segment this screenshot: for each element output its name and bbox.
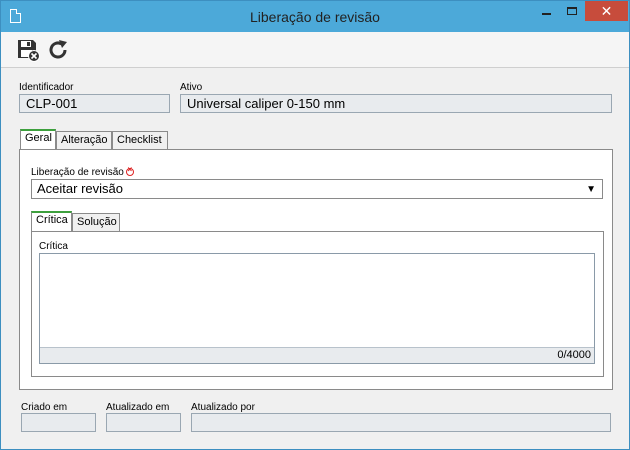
identificador-label: Identificador	[19, 82, 74, 93]
save-and-close-button[interactable]	[16, 38, 40, 62]
dialog-window: Liberação de revisão ✕ Identificador CLP…	[0, 0, 630, 450]
liberacao-selected-value: Aceitar revisão	[37, 181, 123, 196]
refresh-icon	[49, 40, 67, 59]
required-icon	[125, 165, 134, 176]
criado-em-label: Criado em	[21, 402, 68, 413]
liberacao-label-text: Liberação de revisão	[31, 167, 124, 178]
character-counter: 0/4000	[40, 347, 594, 363]
refresh-button[interactable]	[46, 38, 70, 62]
toolbar	[1, 32, 629, 68]
close-icon: ✕	[600, 3, 613, 19]
tab-checklist[interactable]: Checklist	[112, 131, 168, 149]
critica-text	[40, 254, 594, 260]
dropdown-arrow-icon[interactable]: ▼	[586, 182, 596, 198]
atualizado-por-field[interactable]	[191, 413, 611, 432]
geral-panel: Liberação de revisão Aceitar revisão ▼ C…	[19, 149, 613, 390]
critica-textarea[interactable]: 0/4000	[39, 253, 595, 364]
identificador-field[interactable]: CLP-001	[19, 94, 170, 113]
tab-geral[interactable]: Geral	[20, 129, 56, 149]
liberacao-select[interactable]: Aceitar revisão ▼	[31, 179, 603, 199]
tab-alteracao[interactable]: Alteração	[56, 131, 112, 149]
save-close-icon	[18, 40, 40, 62]
criado-em-field[interactable]	[21, 413, 96, 432]
maximize-button[interactable]	[559, 1, 585, 21]
atualizado-em-field[interactable]	[106, 413, 181, 432]
atualizado-por-label: Atualizado por	[191, 402, 255, 413]
maximize-icon	[567, 7, 577, 15]
minimize-button[interactable]	[533, 1, 559, 21]
critica-label: Crítica	[39, 241, 68, 252]
minimize-icon	[542, 13, 551, 15]
atualizado-em-label: Atualizado em	[106, 402, 170, 413]
critica-panel: Crítica 0/4000	[31, 231, 604, 377]
subtab-solucao[interactable]: Solução	[72, 213, 120, 231]
title-bar[interactable]: Liberação de revisão ✕	[1, 1, 629, 32]
close-button[interactable]: ✕	[585, 1, 628, 21]
ativo-label: Ativo	[180, 82, 203, 93]
ativo-field[interactable]: Universal caliper 0-150 mm	[180, 94, 612, 113]
liberacao-label: Liberação de revisão	[31, 165, 134, 178]
subtab-critica[interactable]: Crítica	[31, 211, 72, 231]
